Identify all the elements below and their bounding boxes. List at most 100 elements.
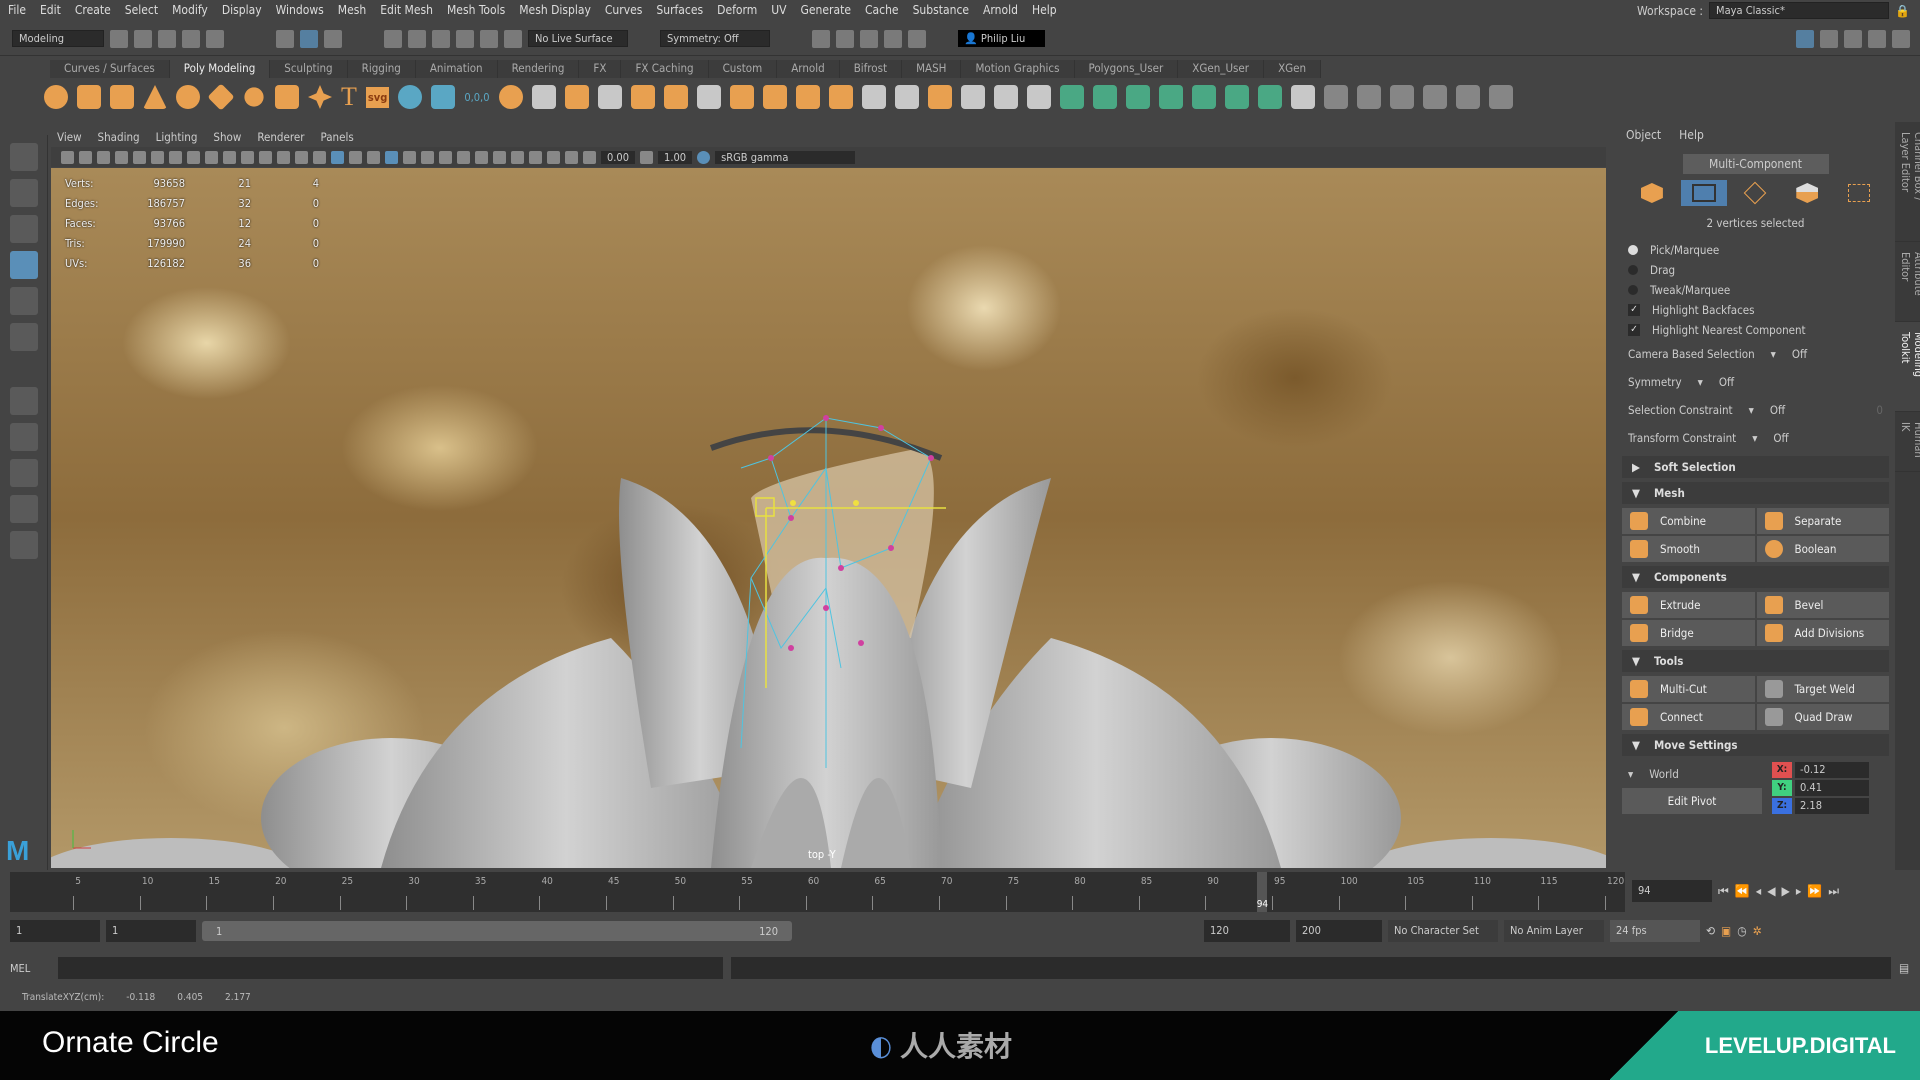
shadows-icon[interactable] xyxy=(421,150,434,164)
playback-start-field[interactable]: 1 xyxy=(106,920,196,942)
shelf-tab-fx[interactable]: FX xyxy=(579,60,622,78)
menu-arnold[interactable]: Arnold xyxy=(983,3,1018,17)
average-vertices-icon[interactable] xyxy=(630,85,655,109)
menu-mesh-display[interactable]: Mesh Display xyxy=(519,3,591,17)
uv-spherical-icon[interactable] xyxy=(1125,85,1150,109)
shelf-tab-xgen-user[interactable]: XGen_User xyxy=(1178,60,1265,78)
mel-script-1-icon[interactable] xyxy=(1323,85,1348,109)
xray-active-icon[interactable] xyxy=(547,150,560,164)
multi-cut-button[interactable]: Multi-Cut xyxy=(1622,676,1755,702)
shelf-tab-motion-graphics[interactable]: Motion Graphics xyxy=(961,60,1075,78)
menu-select[interactable]: Select xyxy=(125,3,158,17)
exposure-field[interactable]: 0.00 xyxy=(601,150,636,164)
menu-edit[interactable]: Edit xyxy=(40,3,61,17)
snap-live-icon[interactable] xyxy=(504,29,522,48)
shelf-tab-rendering[interactable]: Rendering xyxy=(497,60,580,78)
menu-cache[interactable]: Cache xyxy=(865,3,899,17)
multi-cut-shelf-icon[interactable] xyxy=(960,85,985,109)
smooth-shade-icon[interactable] xyxy=(331,150,344,164)
freeze-transforms-icon[interactable]: 0,0,0 xyxy=(464,91,489,104)
last-tool-icon[interactable] xyxy=(9,387,38,415)
select-hierarchy-icon[interactable] xyxy=(276,29,294,48)
bevel-shelf-icon[interactable] xyxy=(729,85,754,109)
shelf-tab-curves-surfaces[interactable]: Curves / Surfaces xyxy=(50,60,170,78)
shelf-tab-polygons-user[interactable]: Polygons_User xyxy=(1074,60,1179,78)
mel-script-4-icon[interactable] xyxy=(1455,85,1480,109)
wireframe-icon[interactable] xyxy=(313,150,326,164)
highlight-backfaces-checkbox[interactable]: ✓ Highlight Backfaces xyxy=(1616,300,1895,320)
step-forward-key-icon[interactable]: ⏩ xyxy=(1807,884,1822,898)
modeling-toolkit-toggle-icon[interactable] xyxy=(1796,29,1814,48)
type-tool-icon[interactable]: T xyxy=(341,82,357,112)
uv-sew-icon[interactable] xyxy=(1290,85,1315,109)
render-icon[interactable] xyxy=(812,29,830,48)
bridge-button[interactable]: Bridge xyxy=(1622,620,1755,646)
extrude-shelf-icon[interactable] xyxy=(663,85,688,109)
save-scene-icon[interactable] xyxy=(158,29,176,48)
auto-key-icon[interactable]: ▣ xyxy=(1721,924,1731,938)
menu-modify[interactable]: Modify xyxy=(172,3,208,17)
new-scene-icon[interactable] xyxy=(110,29,128,48)
tab-human-ik[interactable]: Human IK xyxy=(1895,412,1920,472)
multi-component-button[interactable]: Multi-Component xyxy=(1682,154,1829,174)
poly-torus-icon[interactable] xyxy=(176,85,200,109)
tool-settings-icon[interactable] xyxy=(1868,29,1886,48)
camera-based-selection-option[interactable]: Camera Based Selection ▾ Off xyxy=(1616,340,1895,368)
svg-tool-icon[interactable]: svg xyxy=(365,86,390,108)
open-scene-icon[interactable] xyxy=(134,29,152,48)
bevel-button[interactable]: Bevel xyxy=(1756,592,1889,618)
y-field[interactable]: 0.41 xyxy=(1795,780,1869,796)
shelf-tab-poly-modeling[interactable]: Poly Modeling xyxy=(169,60,271,78)
use-all-lights-icon[interactable] xyxy=(403,150,416,164)
x-field[interactable]: -0.12 xyxy=(1795,762,1869,778)
current-frame-field[interactable]: 94 xyxy=(1632,880,1712,902)
menu-deform[interactable]: Deform xyxy=(717,3,757,17)
toolkit-menu-object[interactable]: Object xyxy=(1626,128,1661,142)
pick-marquee-radio[interactable]: Pick/Marquee xyxy=(1616,240,1895,260)
panel-menu-view[interactable]: View xyxy=(57,130,82,146)
super-shape-icon[interactable] xyxy=(308,85,332,109)
ipr-render-icon[interactable] xyxy=(836,29,854,48)
panel-menu-panels[interactable]: Panels xyxy=(320,130,353,146)
menu-mesh[interactable]: Mesh xyxy=(338,3,366,17)
menu-substance[interactable]: Substance xyxy=(913,3,969,17)
shelf-tab-bifrost[interactable]: Bifrost xyxy=(839,60,903,78)
add-divisions-button[interactable]: Add Divisions xyxy=(1756,620,1889,646)
connect-button[interactable]: Connect xyxy=(1622,704,1755,730)
2d-pan-zoom-icon[interactable] xyxy=(151,150,164,164)
playback-prefs-icon[interactable]: ✲ xyxy=(1753,924,1762,938)
reduce-icon[interactable] xyxy=(927,85,952,109)
shelf-tab-arnold[interactable]: Arnold xyxy=(777,60,840,78)
tools-section[interactable]: ▼ Tools xyxy=(1622,650,1889,672)
combine-button[interactable]: Combine xyxy=(1622,508,1755,534)
bridge-shelf-icon[interactable] xyxy=(696,85,721,109)
components-section[interactable]: ▼ Components xyxy=(1622,566,1889,588)
gamma-field[interactable]: 1.00 xyxy=(658,150,693,164)
outliner-layout-icon[interactable] xyxy=(9,531,38,559)
shelf-tab-rigging[interactable]: Rigging xyxy=(347,60,416,78)
render-settings-icon[interactable] xyxy=(860,29,878,48)
gate-mask-icon[interactable] xyxy=(241,150,254,164)
shelf-tab-custom[interactable]: Custom xyxy=(708,60,778,78)
constraint-value[interactable]: 0 xyxy=(1876,403,1883,417)
color-management-icon[interactable] xyxy=(697,150,711,164)
menu-generate[interactable]: Generate xyxy=(801,3,851,17)
face-mode-icon[interactable] xyxy=(1784,180,1830,206)
snap-surface-icon[interactable] xyxy=(480,29,498,48)
uv-cut-icon[interactable] xyxy=(1257,85,1282,109)
uv-planar-icon[interactable] xyxy=(1059,85,1084,109)
time-slider[interactable]: 94 5 10 15 20 25 30 35 40 45 50 55 60 65 70 75 80 85 90 95 1… xyxy=(10,872,1625,912)
move-tool-icon[interactable] xyxy=(9,251,38,279)
attribute-editor-icon[interactable] xyxy=(1844,29,1862,48)
menu-uv[interactable]: UV xyxy=(771,3,786,17)
menu-file[interactable]: File xyxy=(8,3,26,17)
menu-edit-mesh[interactable]: Edit Mesh xyxy=(380,3,433,17)
step-back-key-icon[interactable]: ⏪ xyxy=(1735,884,1750,898)
xray-joints-icon[interactable] xyxy=(565,150,578,164)
default-material-icon[interactable] xyxy=(349,150,362,164)
snap-point-icon[interactable] xyxy=(432,29,450,48)
resolution-gate-icon[interactable] xyxy=(223,150,236,164)
quad-draw-button[interactable]: Quad Draw xyxy=(1756,704,1889,730)
shelf-tab-fx-caching[interactable]: FX Caching xyxy=(621,60,709,78)
separate-button[interactable]: Separate xyxy=(1756,508,1889,534)
